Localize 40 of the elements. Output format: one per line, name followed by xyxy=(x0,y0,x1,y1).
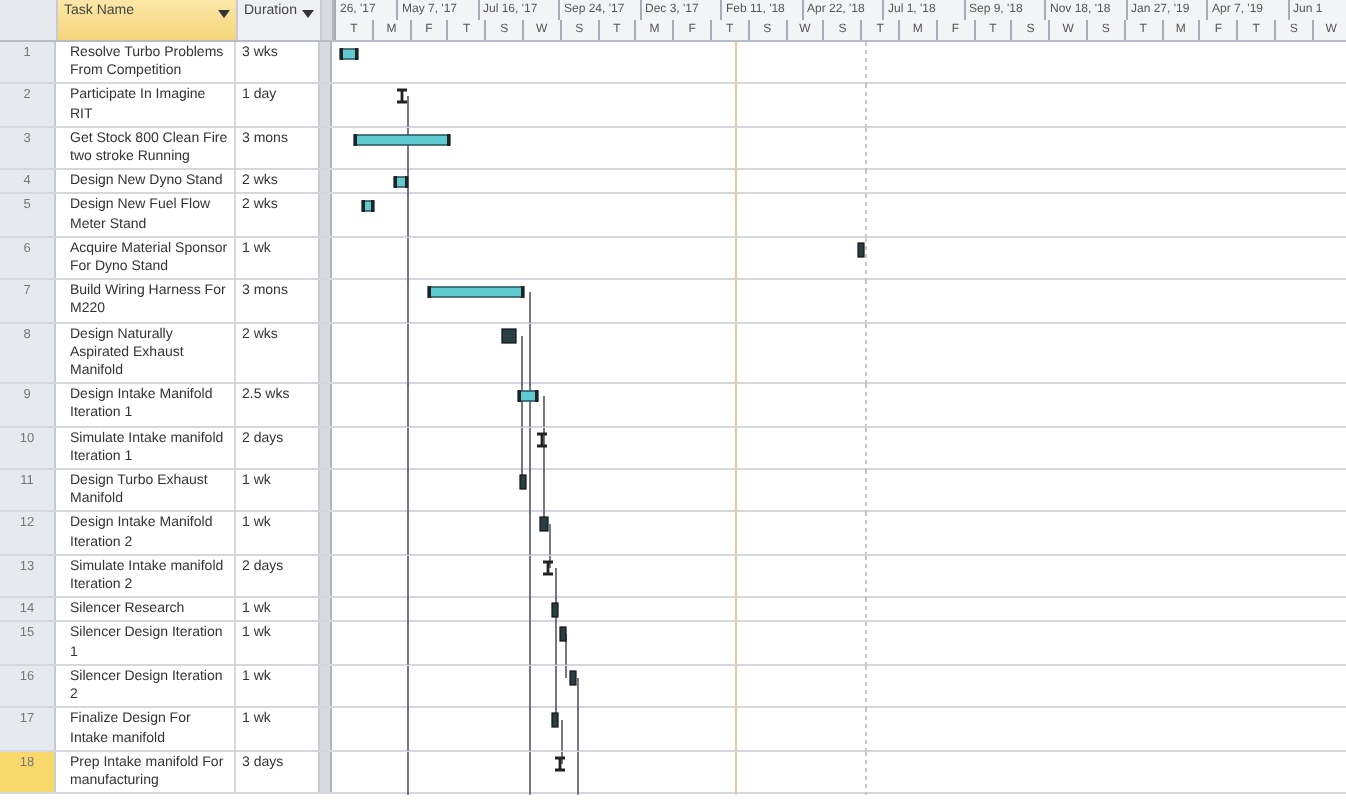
task-bar xyxy=(361,200,375,213)
milestone-icon xyxy=(535,431,549,447)
pane-splitter[interactable] xyxy=(320,194,332,236)
caret-icon xyxy=(218,10,230,18)
task-bar xyxy=(569,670,577,686)
task-bar xyxy=(501,327,517,343)
task-bar xyxy=(517,390,539,403)
pane-splitter[interactable] xyxy=(320,598,332,621)
pane-splitter[interactable] xyxy=(320,280,332,322)
pane-splitter[interactable] xyxy=(320,555,332,597)
caret-icon xyxy=(302,10,314,18)
pane-splitter[interactable] xyxy=(320,622,332,664)
task-bar xyxy=(559,627,567,643)
milestone-icon xyxy=(553,756,567,771)
task-bar xyxy=(427,286,525,299)
pane-splitter[interactable] xyxy=(320,427,332,469)
header-corner xyxy=(0,0,58,40)
pane-splitter[interactable] xyxy=(320,751,332,793)
pane-splitter[interactable] xyxy=(322,0,334,40)
task-bar xyxy=(551,713,559,729)
task-bar xyxy=(551,602,559,619)
task-bar xyxy=(393,176,409,189)
task-bar xyxy=(353,133,451,146)
milestone-icon xyxy=(395,89,409,105)
pane-splitter[interactable] xyxy=(320,470,332,511)
pane-splitter[interactable] xyxy=(320,127,332,169)
task-bar xyxy=(519,474,527,490)
milestone-icon xyxy=(541,560,555,576)
pane-splitter[interactable] xyxy=(320,323,332,383)
pane-splitter[interactable] xyxy=(320,84,332,126)
task-bar xyxy=(857,242,865,258)
pane-splitter[interactable] xyxy=(320,665,332,707)
pane-splitter[interactable] xyxy=(320,42,332,83)
task-bar xyxy=(339,48,359,60)
pane-splitter[interactable] xyxy=(320,237,332,279)
pane-splitter[interactable] xyxy=(320,384,332,426)
pane-splitter[interactable] xyxy=(320,708,332,750)
task-bar xyxy=(539,517,549,533)
pane-splitter[interactable] xyxy=(320,512,332,554)
pane-splitter[interactable] xyxy=(320,170,332,193)
